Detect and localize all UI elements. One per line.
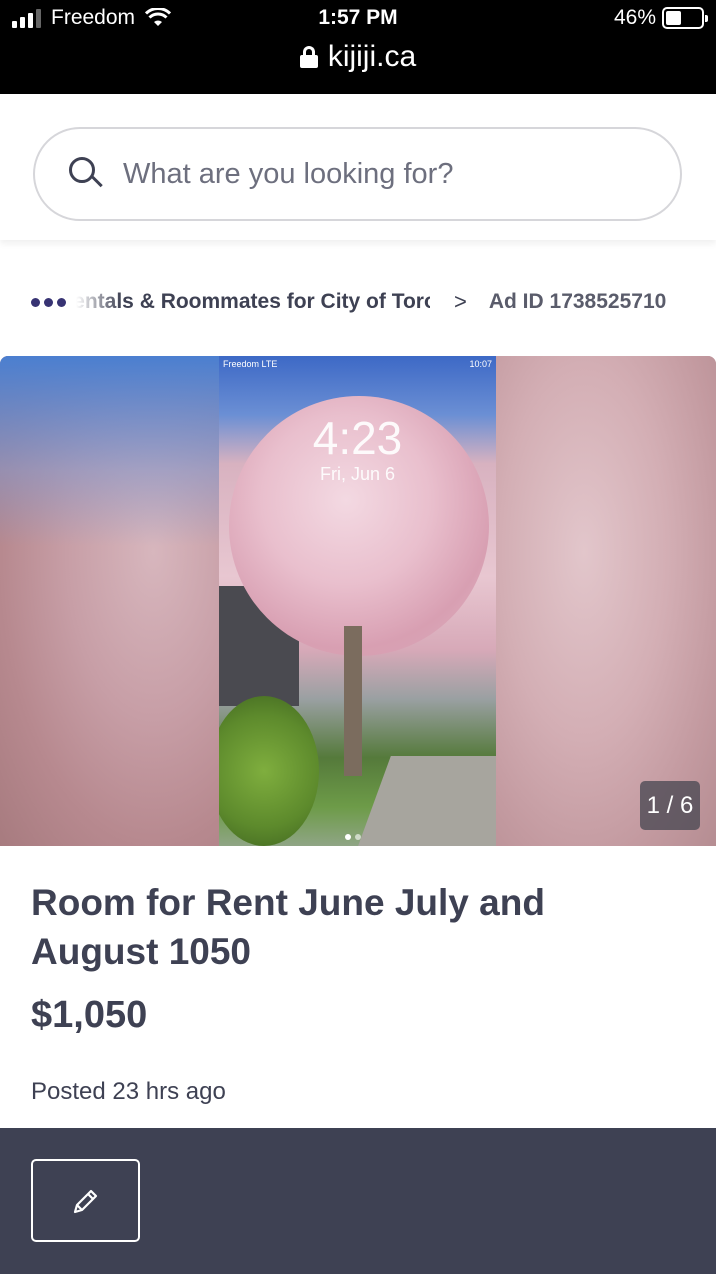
search-header	[0, 94, 716, 240]
photo-lock-date: Fri, Jun 6	[319, 464, 396, 484]
search-bar[interactable]	[33, 127, 682, 221]
bottom-action-bar	[0, 1128, 716, 1274]
photo-status-bar: Freedom LTE 10:07	[223, 359, 492, 369]
url-bar[interactable]: kijiji.ca	[0, 40, 716, 74]
search-input[interactable]	[123, 157, 603, 191]
gallery-counter: 1 / 6	[640, 781, 700, 830]
search-icon[interactable]	[69, 157, 103, 191]
image-gallery[interactable]: Freedom LTE 10:07 4:23 Fri, Jun 6	[0, 356, 716, 846]
photo-trunk	[344, 626, 362, 776]
breadcrumb-category-label: Rentals & Roommates for City of Toronto	[76, 290, 430, 313]
photo-page-dots	[345, 834, 361, 840]
listing-photo[interactable]: Freedom LTE 10:07 4:23 Fri, Jun 6	[219, 356, 496, 846]
listing-title: Room for Rent June July and August 1050	[31, 882, 545, 972]
photo-bush	[219, 696, 319, 846]
posted-time: Posted 23 hrs ago	[31, 1078, 226, 1105]
blurred-background-left	[0, 356, 219, 846]
photo-path	[347, 756, 496, 846]
photo-lock-time: 4:23	[312, 412, 403, 464]
lock-icon	[299, 46, 318, 68]
battery-icon	[662, 7, 708, 29]
chevron-right-icon: >	[454, 289, 467, 314]
breadcrumb: Rentals & Roommates for City of Toronto …	[31, 287, 691, 317]
ellipsis-icon[interactable]	[31, 297, 66, 307]
battery-percent: 46%	[613, 6, 656, 29]
photo-carrier: Freedom LTE	[223, 359, 278, 369]
ad-id: Ad ID 1738525710	[488, 290, 667, 313]
breadcrumb-category[interactable]: Rentals & Roommates for City of Toronto	[76, 290, 430, 314]
listing-price: $1,050	[31, 994, 148, 1036]
photo-battery: 10:07	[469, 359, 492, 369]
breadcrumb-fade	[76, 290, 121, 314]
edit-button[interactable]	[31, 1159, 140, 1242]
url-text: kijiji.ca	[327, 40, 417, 73]
pencil-icon	[73, 1189, 97, 1213]
clock: 1:57 PM	[318, 6, 398, 29]
blurred-background-right	[496, 356, 716, 846]
battery-info: 46%	[613, 6, 708, 30]
status-bar: Freedom 1:57 PM 46% kijiji.ca	[0, 0, 716, 94]
